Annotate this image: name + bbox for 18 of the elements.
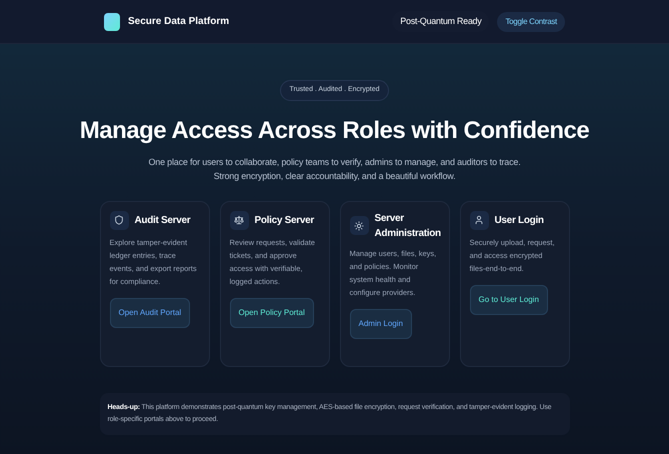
scale-icon	[234, 215, 244, 225]
portal-button[interactable]: Open Policy Portal	[230, 298, 314, 328]
hero-title: Manage Access Across Roles with Confidence	[80, 116, 590, 146]
card-title: Policy Server	[254, 214, 314, 228]
hero-subtitle: Strong encryption, clear accountability, and a beautiful workflow.	[214, 170, 456, 182]
card-title: Audit Server	[134, 214, 190, 228]
card-title: User Login	[494, 214, 544, 228]
toggle-contrast-button[interactable]: Toggle Contrast	[497, 12, 565, 32]
sun-icon	[354, 220, 364, 230]
logo-icon	[104, 12, 120, 30]
hero-subtitle: One place for users to collaborate, policy teams to verify, admins to manage, and auditors to trace.	[148, 156, 521, 168]
user-icon	[474, 215, 484, 225]
portal-button[interactable]: Open Audit Portal	[110, 298, 190, 328]
portal-button[interactable]: Go to User Login	[470, 284, 548, 314]
shield-icon	[114, 215, 124, 225]
brand-name: Secure Data Platform	[128, 15, 230, 29]
portal-button[interactable]: Admin Login	[350, 308, 412, 338]
card-title: Server Administration	[374, 212, 441, 240]
